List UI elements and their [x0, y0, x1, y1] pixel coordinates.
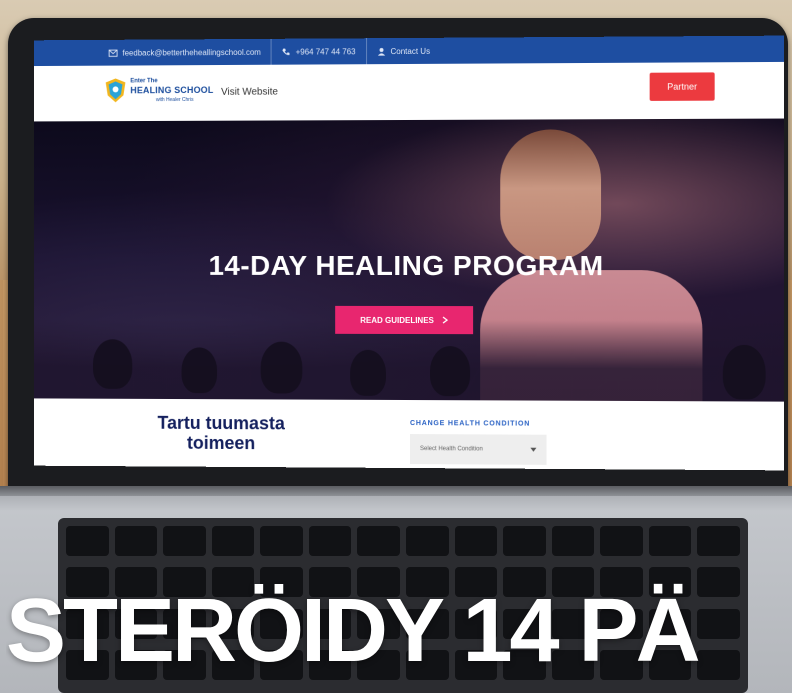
- laptop-screen: feedback@bettertheheallingschool.com +96…: [34, 35, 785, 471]
- phone-icon: [282, 48, 290, 55]
- contact-icon: [377, 47, 385, 56]
- chevron-right-icon: [442, 316, 448, 324]
- laptop-hinge: [0, 486, 792, 496]
- promo-overlay-text: STERÖIDY 14 PÄ: [6, 581, 701, 681]
- hero-section: 14-DAY HEALING PROGRAM READ GUIDELINES: [34, 118, 785, 402]
- condition-label: CHANGE HEALTH CONDITION: [409, 420, 531, 428]
- speaker-figure-head: [500, 129, 602, 261]
- read-guidelines-label: READ GUIDELINES: [360, 315, 434, 325]
- lower-section: Tartu tuumasta toimeen CHANGE HEALTH CON…: [34, 398, 785, 471]
- section-heading-line1: Tartu tuumasta: [157, 412, 285, 434]
- topbar-email-text: feedback@bettertheheallingschool.com: [122, 47, 261, 58]
- chevron-down-icon: [530, 447, 537, 452]
- partner-button[interactable]: Partner: [649, 72, 715, 101]
- topbar-email[interactable]: feedback@bettertheheallingschool.com: [98, 38, 272, 66]
- visit-website-link[interactable]: Visit Website: [221, 87, 278, 98]
- logo-shield-icon: [105, 78, 126, 103]
- site-header: Enter The HEALING SCHOOL with Healer Chr…: [34, 61, 785, 122]
- logo-text-line3: with Healer Chris: [155, 96, 194, 104]
- topbar-phone[interactable]: +964 747 44 763: [271, 38, 367, 65]
- envelope-icon: [109, 49, 118, 57]
- topbar-contact[interactable]: Contact Us: [367, 38, 441, 64]
- logo-text-line2: HEALING SCHOOL: [130, 84, 214, 96]
- section-heading: Tartu tuumasta toimeen: [132, 413, 310, 454]
- section-heading-line2: toimeen: [186, 432, 256, 454]
- health-condition-select[interactable]: Select Health Condition: [409, 434, 547, 465]
- health-condition-placeholder: Select Health Condition: [420, 446, 483, 453]
- topbar-contact-text: Contact Us: [390, 46, 431, 56]
- top-contact-bar: feedback@bettertheheallingschool.com +96…: [34, 35, 785, 67]
- read-guidelines-button[interactable]: READ GUIDELINES: [335, 305, 474, 335]
- site-logo[interactable]: Enter The HEALING SCHOOL with Healer Chr…: [105, 77, 215, 111]
- hero-title: 14-DAY HEALING PROGRAM: [208, 249, 604, 282]
- topbar-phone-text: +964 747 44 763: [295, 46, 356, 57]
- logo-text-line1: Enter The: [130, 78, 158, 85]
